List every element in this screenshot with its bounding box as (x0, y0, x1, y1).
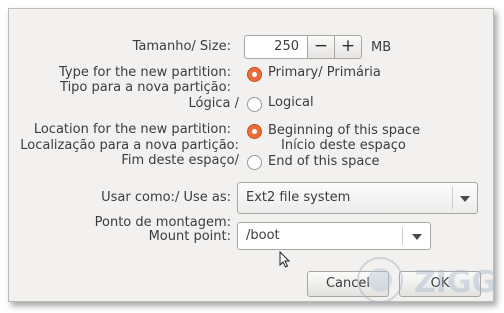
watermark-text: ZIGG (414, 265, 496, 300)
logical-radio[interactable] (247, 97, 262, 112)
mouse-pointer-icon (279, 251, 291, 268)
location-label-pt: Localização para a nova partição: (20, 138, 239, 153)
use-as-select[interactable]: Ext2 file system (237, 182, 478, 214)
chevron-down-icon (460, 196, 470, 202)
size-label: Tamanho/ Size: (132, 39, 231, 54)
type-label-en: Type for the new partition: (58, 65, 231, 80)
primary-radio-label[interactable]: Primary/ Primária (268, 65, 381, 81)
primary-radio[interactable] (247, 67, 262, 82)
type-label-pt: Tipo para a nova partição: (60, 80, 231, 95)
logical-prefix-label: Lógica / (188, 96, 239, 111)
end-prefix-label: Fim deste espaço/ (121, 153, 239, 168)
watermark-logo: ZIGG (352, 250, 504, 306)
use-as-value: Ext2 file system (246, 190, 351, 205)
mount-label-en: Mount point: (148, 229, 231, 244)
end-radio-label[interactable]: End of this space (268, 154, 380, 170)
location-label-en: Location for the new partition: (33, 122, 231, 137)
beginning-radio-label[interactable]: Beginning of this space (268, 123, 420, 139)
beginning-radio[interactable] (247, 124, 262, 139)
size-increment-button[interactable]: + (334, 35, 362, 59)
chevron-down-icon[interactable] (412, 234, 422, 240)
beginning-pt-label: Início deste espaço (281, 138, 406, 153)
size-decrement-button[interactable]: − (307, 35, 335, 59)
end-radio[interactable] (247, 155, 262, 170)
use-as-separator (452, 187, 453, 209)
use-as-label: Usar como:/ Use as: (101, 190, 231, 205)
mount-point-input[interactable]: /boot (246, 223, 280, 249)
logical-radio-label[interactable]: Logical (268, 95, 314, 111)
size-unit: MB (371, 40, 392, 55)
mount-point-separator (402, 227, 403, 245)
mount-point-combo[interactable]: /boot (237, 222, 431, 250)
size-input[interactable]: 250 (244, 35, 308, 59)
